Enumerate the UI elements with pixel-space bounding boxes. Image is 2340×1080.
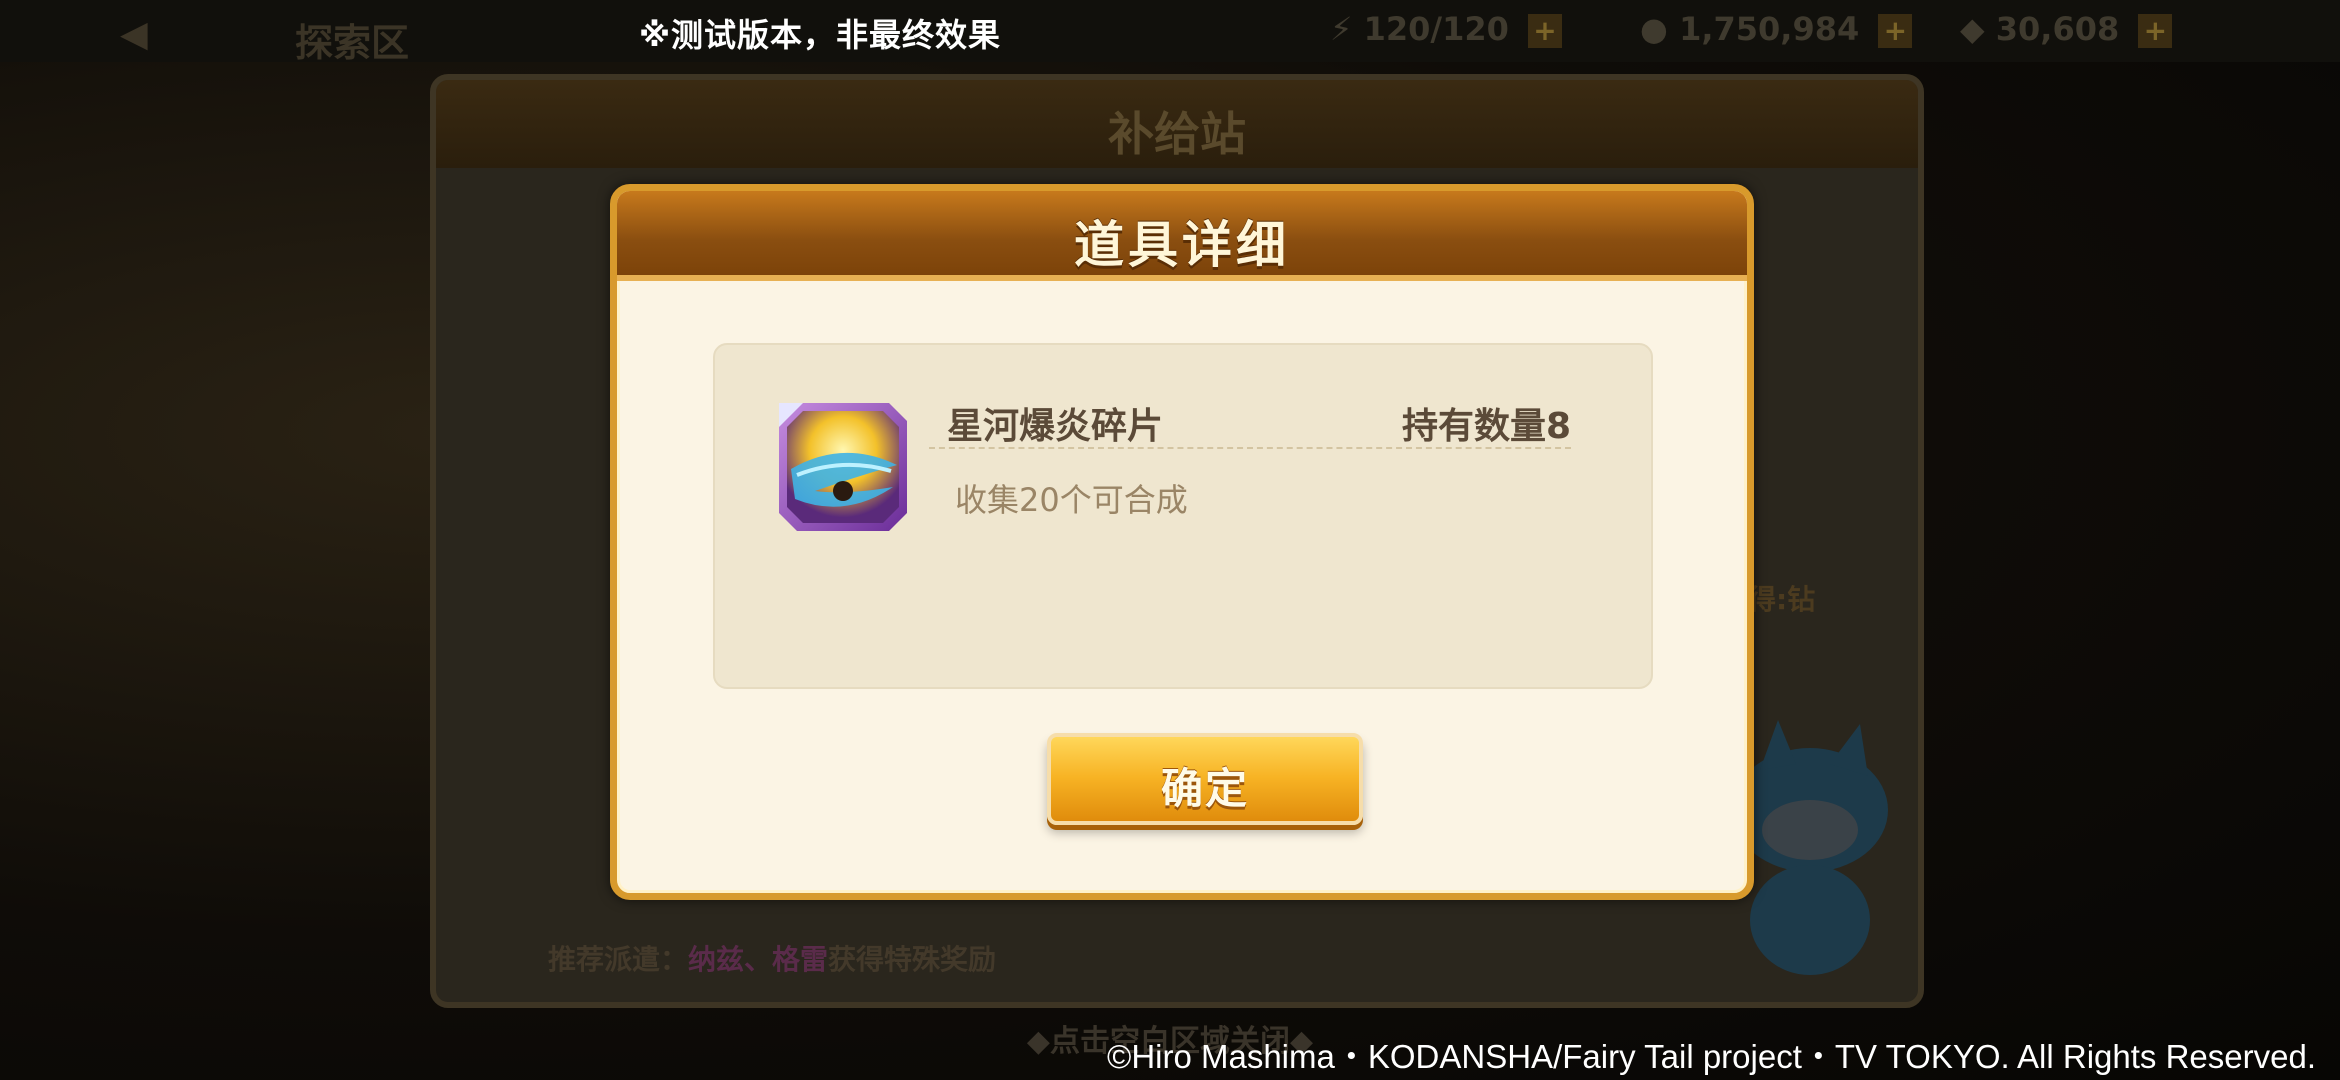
item-description: 收集20个可合成 bbox=[955, 481, 1188, 519]
confirm-button-label: 确定 bbox=[1160, 764, 1249, 813]
item-quantity: 持有数量8 bbox=[1401, 406, 1571, 447]
divider bbox=[929, 447, 1571, 449]
item-info-box: 星河爆炎碎片 持有数量8 收集20个可合成 bbox=[713, 343, 1653, 689]
copyright-notice: ©Hiro Mashima・KODANSHA/Fairy Tail projec… bbox=[1107, 1038, 2316, 1075]
confirm-button[interactable]: 确定 bbox=[1047, 733, 1363, 825]
dialog-title: 道具详细 bbox=[1074, 216, 1290, 274]
supply-title: 补给站 bbox=[1108, 107, 1246, 161]
reward-side-label: 得:钻 bbox=[1748, 583, 1816, 616]
recommended-characters: 纳兹、格雷 bbox=[688, 943, 829, 976]
item-name: 星河爆炎碎片 bbox=[947, 406, 1164, 447]
recommend-dispatch-text: 推荐派遣：纳兹、格雷获得特殊奖励 bbox=[548, 943, 997, 976]
galaxy-flame-fragment-icon[interactable] bbox=[775, 399, 911, 535]
test-version-notice: ※测试版本，非最终效果 bbox=[638, 16, 1002, 54]
item-detail-dialog: 道具详细 星河爆炎碎片 持有数量8 收集20个可合成 确定 bbox=[610, 184, 1754, 900]
